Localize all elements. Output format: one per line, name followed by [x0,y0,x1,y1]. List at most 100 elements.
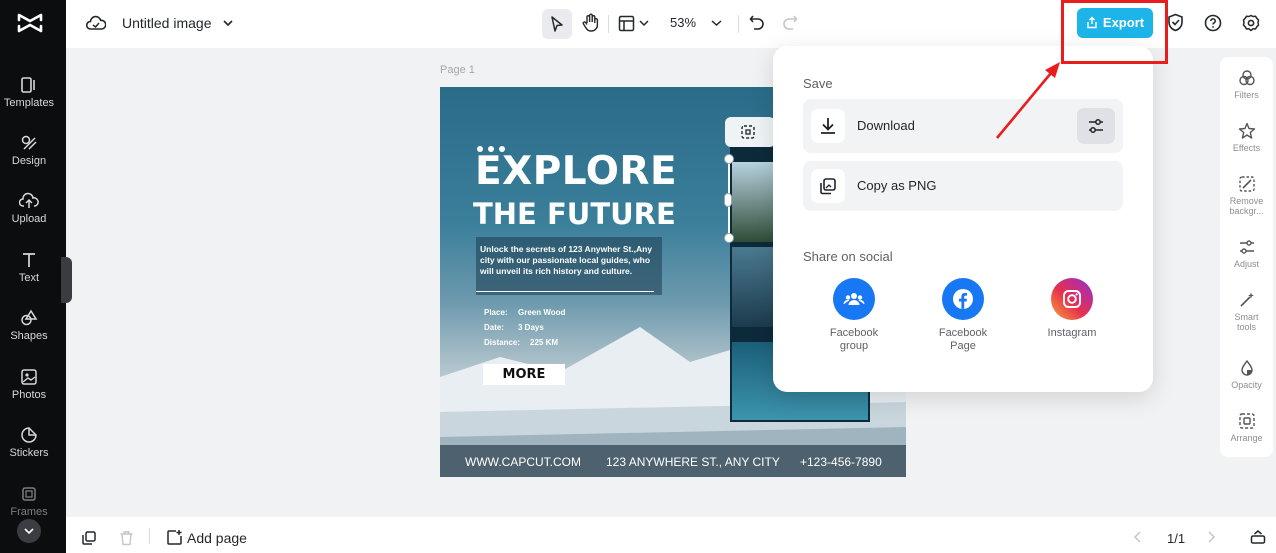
tool-filters[interactable]: Filters [1220,69,1273,100]
add-page-button[interactable]: Add page [187,530,247,546]
filters-icon [1238,70,1255,86]
resize-handle[interactable] [724,233,734,243]
copy-page-icon[interactable] [81,530,97,546]
upload-icon [19,192,39,208]
shield-icon[interactable] [1167,13,1184,32]
sidebar-item-label: Text [18,272,40,284]
design-icon [21,135,37,150]
copy-png-option[interactable]: Copy as PNG [803,161,1123,211]
pointer-icon [551,16,563,32]
headline-future[interactable]: THE FUTURE [473,197,676,231]
adjust-icon [1239,240,1254,254]
document-title[interactable]: Untitled image [122,15,212,31]
layout-icon[interactable] [618,15,635,32]
sidebar-item-label: Upload [11,213,47,225]
effects-icon [1238,122,1255,139]
tool-remove-background[interactable]: Remove backgr... [1220,175,1273,216]
hand-icon[interactable] [582,13,600,33]
tool-adjust[interactable]: Adjust [1220,238,1273,269]
sidebar-item-label: Photos [11,389,47,401]
share-heading: Share on social [803,249,893,264]
description-text[interactable]: Unlock the secrets of 123 Anywher St.,An… [480,244,660,277]
add-page-icon[interactable] [166,529,183,546]
more-button-graphic[interactable]: MORE [483,364,565,385]
chevron-down-icon[interactable] [222,17,234,29]
chevron-left-icon[interactable] [1133,531,1143,543]
page-label: Page 1 [440,64,475,76]
footer-website[interactable]: WWW.CAPCUT.COM [465,455,581,469]
capcut-logo-icon[interactable] [17,12,43,34]
left-sidebar: Templates Design Upload Text Shapes Phot… [0,0,72,553]
sidebar-item-label: Shapes [10,330,48,342]
red-arrow-annotation [996,62,1060,139]
bottom-bar: Add page 1/1 [66,517,1276,553]
element-toolbar[interactable] [725,117,775,147]
magic-wand-icon [1239,292,1254,307]
sidebar-item-frames[interactable]: Frames [0,485,58,518]
resize-handle[interactable] [724,193,732,207]
facebook-icon [942,278,984,320]
share-facebook-group[interactable]: Facebook group [809,278,899,353]
collapse-panel-icon[interactable] [1250,529,1266,545]
help-icon[interactable] [1204,14,1222,32]
share-facebook-page[interactable]: Facebook Page [918,278,1008,353]
export-highlight-box [1061,0,1168,64]
download-option[interactable]: Download [803,99,1123,153]
copy-icon [820,178,836,195]
download-icon [821,118,835,134]
facebook-group-icon [833,278,875,320]
trash-icon[interactable] [119,530,134,546]
download-settings-button[interactable] [1077,108,1115,144]
sidebar-item-text[interactable]: Text [0,251,58,284]
page-counter: 1/1 [1167,531,1186,546]
text-icon [23,253,35,267]
download-icon-box [811,109,845,143]
save-heading: Save [803,76,833,91]
sidebar-more-button[interactable] [17,519,41,543]
tool-smart-tools[interactable]: Smart tools [1220,291,1273,332]
copy-png-label: Copy as PNG [857,178,937,193]
gear-icon[interactable] [1242,14,1260,32]
headline-explore[interactable]: EXPLORE [475,149,677,194]
chevron-right-icon[interactable] [1206,531,1216,543]
tool-opacity[interactable]: Opacity [1220,359,1273,390]
sidebar-item-templates[interactable]: Templates [0,76,58,109]
export-popup: Save Download Copy as PNG Share on socia… [773,46,1153,392]
copy-icon-box [811,169,845,203]
right-toolbar: Filters Effects Remove backgr... Adjust … [1220,57,1273,457]
info-date[interactable]: Date: 3 Days [484,323,544,332]
sidebar-item-shapes[interactable]: Shapes [0,309,58,342]
zoom-level[interactable]: 53% [670,15,696,30]
resize-handle[interactable] [724,154,734,164]
sidebar-item-stickers[interactable]: Stickers [0,426,58,459]
crop-icon [741,125,755,139]
shapes-icon [21,309,38,326]
info-place[interactable]: Place: Green Wood [484,308,565,317]
sidebar-item-label: Templates [3,97,55,109]
cloud-icon[interactable] [86,14,106,32]
sidebar-item-upload[interactable]: Upload [0,192,58,225]
tool-arrange[interactable]: Arrange [1220,412,1273,443]
select-tool-button[interactable] [542,9,572,39]
redo-icon[interactable] [782,14,798,31]
sidebar-item-label: Design [11,155,47,167]
templates-icon [21,77,35,93]
divider [476,291,654,292]
footer-address[interactable]: 123 ANYWHERE ST., ANY CITY [606,455,780,469]
chevron-down-icon[interactable] [711,18,722,28]
sidebar-collapse-handle[interactable] [61,257,72,303]
share-instagram[interactable]: Instagram [1027,278,1117,340]
sliders-icon [1089,119,1103,133]
tool-effects[interactable]: Effects [1220,122,1273,153]
frames-icon [22,487,36,501]
undo-icon[interactable] [749,14,765,31]
footer-phone[interactable]: +123-456-7890 [800,455,882,469]
social-label: Page [950,340,976,352]
info-distance[interactable]: Distance: 225 KM [484,338,558,347]
chevron-down-icon[interactable] [639,18,649,28]
sidebar-item-label: Stickers [9,447,49,459]
sidebar-item-design[interactable]: Design [0,134,58,167]
chevron-down-icon [24,528,34,535]
sidebar-item-photos[interactable]: Photos [0,368,58,401]
social-label: Instagram [1047,327,1097,339]
